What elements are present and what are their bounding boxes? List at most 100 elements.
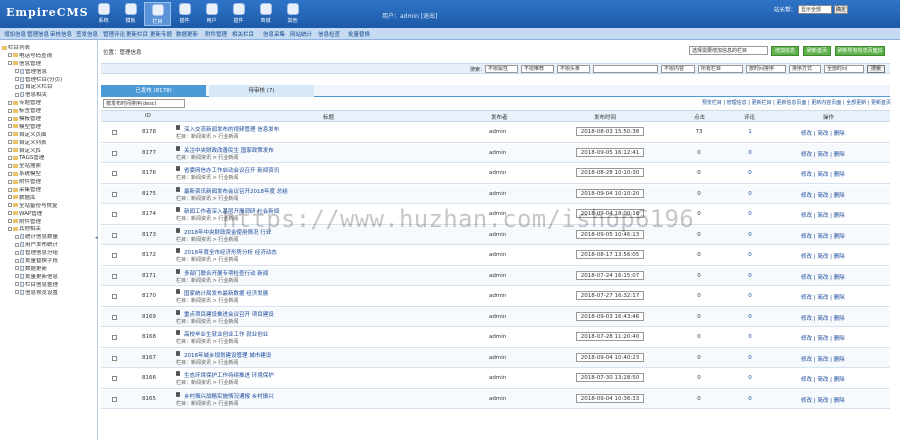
edit-link[interactable]: 修改 [801,357,812,363]
filter-select-attr[interactable]: 不限属性 [485,65,518,73]
row-title-link[interactable]: 省委网信办工作启动会议召开 新闻资讯 [184,166,279,174]
expand-box-icon[interactable] [15,77,19,82]
expand-box-icon[interactable] [8,116,12,121]
row-time-input[interactable]: 2018-09-04 10:36:33 [576,393,644,403]
row-title-link[interactable]: 关注中央财政改善民生 国家政策发布 [184,146,274,154]
menu-item[interactable]: 更新专题 [150,30,172,38]
edit-link[interactable]: 修改 [801,172,812,178]
row-time-input[interactable]: 2018-09-05 16:12:41 [576,147,644,157]
row-title-link[interactable]: 乡村振兴战略实施情况通报 乡村振兴 [184,392,274,400]
filter-select-time[interactable]: 全部时间 [824,65,864,73]
row-checkbox[interactable] [112,253,117,258]
edit-link[interactable]: 修改 [801,377,812,383]
sidebar-item[interactable]: 信息管理 [2,61,97,69]
edit-link[interactable]: 修改 [801,336,812,342]
expand-box-icon[interactable] [15,282,19,287]
search-input[interactable] [593,65,658,73]
menu-item[interactable]: 增加信息 [4,30,26,38]
row-comments-link[interactable]: 0 [738,191,762,197]
expand-box-icon[interactable] [8,203,12,208]
module-5[interactable]: 插件 [225,2,252,26]
row-time-input[interactable]: 2018-09-04 10:40:23 [576,352,644,362]
delete-link[interactable]: 删除 [834,316,845,322]
row-comments-link[interactable]: 0 [738,232,762,238]
sidebar-item[interactable]: 信息预览设置 [2,289,97,298]
sidebar-item[interactable]: 附件管理 [2,219,97,227]
module-0[interactable]: 系统 [90,2,117,26]
row-comments-link[interactable]: 0 [738,396,762,402]
row-checkbox[interactable] [112,376,117,381]
expand-box-icon[interactable] [15,274,19,279]
edit-link[interactable]: 修改 [801,254,812,260]
edit-link[interactable]: 修改 [801,275,812,281]
sidebar-item[interactable]: 采集管理 [2,187,97,195]
row-title-link[interactable]: 多部门联合开展专项检查行动 新闻 [184,269,268,277]
module-1[interactable]: 模板 [117,2,144,26]
quick-edit-link[interactable]: 简改 [817,234,828,240]
row-time-input[interactable]: 2018-07-24 16:15:07 [576,270,644,280]
row-comments-link[interactable]: 0 [738,334,762,340]
quick-edit-link[interactable]: 简改 [817,398,828,404]
sidebar-item[interactable]: 全站搜索 [2,163,97,171]
delete-link[interactable]: 删除 [834,172,845,178]
delete-link[interactable]: 删除 [834,131,845,137]
edit-link[interactable]: 修改 [801,213,812,219]
sidebar-item[interactable]: 管理栏目(分页) [2,76,97,85]
row-comments-link[interactable]: 0 [738,170,762,176]
expand-box-icon[interactable] [8,187,12,192]
action-links[interactable]: 预览栏目 | 管理信息 | 更新栏目 | 更新信息页面 | 更新内容页面 | 全… [601,99,891,106]
filter-select-order[interactable]: 排序方式 [789,65,821,73]
row-time-input[interactable]: 2018-08-17 13:56:05 [576,250,644,259]
sidebar-item[interactable]: 全站备份与恢复 [2,203,97,211]
edit-link[interactable]: 修改 [801,152,812,158]
expand-box-icon[interactable] [8,108,12,113]
expand-box-icon[interactable] [8,163,12,168]
expand-box-icon[interactable] [15,69,19,74]
expand-box-icon[interactable] [8,195,12,200]
menu-item[interactable]: 相关栏目 [232,30,254,38]
sidebar-item[interactable]: 其他相关 [2,226,97,234]
sidebar-item[interactable]: 自定义列表 [2,140,97,148]
row-time-input[interactable]: 2018-09-03 16:43:46 [576,311,644,321]
expand-box-icon[interactable] [8,155,12,160]
row-comments-link[interactable]: 0 [738,211,762,217]
row-checkbox[interactable] [112,335,117,340]
quick-edit-link[interactable]: 简改 [817,295,828,301]
row-time-input[interactable]: 2018-08-03 15:50:38 [576,127,644,136]
row-comments-link[interactable]: 0 [738,150,762,156]
expand-box-icon[interactable] [8,179,12,184]
row-checkbox[interactable] [112,273,117,279]
sidebar-item[interactable]: 栏目列表 [2,45,97,53]
row-comments-link[interactable]: 0 [738,355,762,361]
quick-edit-link[interactable]: 简改 [817,213,828,219]
quick-edit-link[interactable]: 简改 [817,336,828,342]
quick-edit-link[interactable]: 简改 [817,275,828,281]
menu-item[interactable]: 签发信息 [76,30,98,38]
row-checkbox[interactable] [112,150,117,156]
row-title-link[interactable]: 深入交流新闻发布的视频管理 信息发布 [184,125,279,133]
row-time-input[interactable]: 2018-08-28 10:10:30 [576,168,644,177]
sidebar-item[interactable]: 统计信息数量 [2,234,97,242]
expand-box-icon[interactable] [8,132,12,137]
delete-link[interactable]: 删除 [834,357,845,363]
quick-edit-link[interactable]: 简改 [817,193,828,199]
delete-link[interactable]: 删除 [834,193,845,199]
expand-box-icon[interactable] [15,92,19,97]
row-checkbox[interactable] [112,396,117,402]
delete-link[interactable]: 删除 [834,213,845,219]
row-comments-link[interactable]: 0 [738,273,762,279]
search-button[interactable]: 搜索 [867,65,885,73]
sidebar-item[interactable]: WAP管理 [2,211,97,219]
top-right-confirm-button[interactable]: 确定 [833,5,848,14]
expand-box-icon[interactable] [8,148,12,153]
expand-box-icon[interactable] [8,53,12,58]
menu-item[interactable]: 附件管理 [205,30,227,38]
expand-box-icon[interactable] [15,266,19,271]
row-checkbox[interactable] [112,232,117,238]
expand-box-icon[interactable] [15,234,19,239]
row-title-link[interactable]: 最新资讯新闻发布会议召开2018年度 总结 [184,187,288,195]
sidebar-item[interactable]: 自定义栏目 [2,84,97,92]
add-info-button[interactable]: 增加信息 [771,46,799,56]
row-comments-link[interactable]: 0 [738,293,762,299]
expand-box-icon[interactable] [8,61,12,66]
